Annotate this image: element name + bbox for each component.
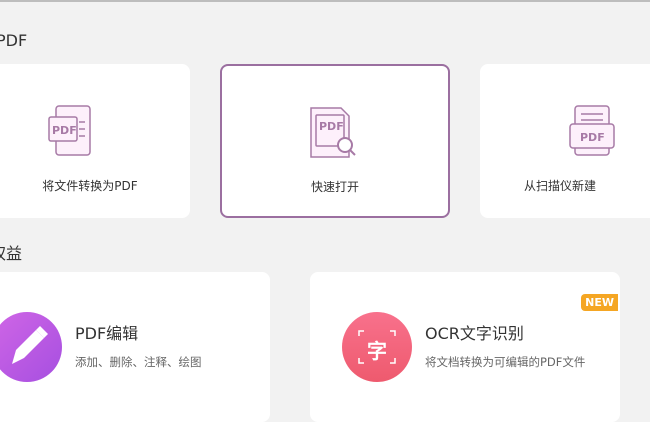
feature-desc: 添加、删除、注释、绘图 bbox=[75, 355, 202, 369]
ocr-badge: 字 bbox=[342, 312, 412, 382]
feature-title: PDF编辑 bbox=[75, 324, 139, 343]
section-title-benefits: 权益 bbox=[0, 244, 23, 263]
feature-desc: 将文档转换为可编辑的PDF文件 bbox=[425, 355, 586, 369]
tool-label: 快速打开 bbox=[310, 180, 359, 194]
top-divider bbox=[0, 0, 650, 2]
feature-title: OCR文字识别 bbox=[425, 324, 524, 343]
feature-card-pdf-edit[interactable]: PDF编辑 添加、删除、注释、绘图 bbox=[0, 272, 270, 422]
svg-text:PDF: PDF bbox=[52, 124, 77, 137]
section-title-pdf: PDF bbox=[0, 31, 28, 50]
tool-card-quick-open[interactable]: PDF 快速打开 bbox=[220, 64, 450, 218]
ocr-char-icon: 字 bbox=[367, 339, 387, 363]
pdf-edit-badge bbox=[0, 312, 62, 382]
feature-card-ocr[interactable]: NEW 字 OCR文字识别 将文档转换为可编辑的PDF文件 bbox=[310, 272, 620, 422]
tool-label: 从扫描仪新建 bbox=[523, 179, 596, 193]
svg-text:PDF: PDF bbox=[580, 131, 605, 144]
svg-text:PDF: PDF bbox=[319, 120, 344, 133]
tool-label: 将文件转换为PDF bbox=[42, 179, 138, 193]
quick-open-pdf-icon: PDF bbox=[310, 107, 356, 158]
scanner-pdf-icon: PDF bbox=[569, 105, 615, 156]
pencil-icon bbox=[12, 326, 48, 364]
tool-card-scanner[interactable]: PDF 从扫描仪新建 bbox=[480, 64, 650, 218]
tool-card-convert[interactable]: PDF 将文件转换为PDF bbox=[0, 64, 190, 218]
convert-pdf-icon: PDF bbox=[48, 105, 91, 156]
new-badge: NEW bbox=[581, 294, 618, 311]
